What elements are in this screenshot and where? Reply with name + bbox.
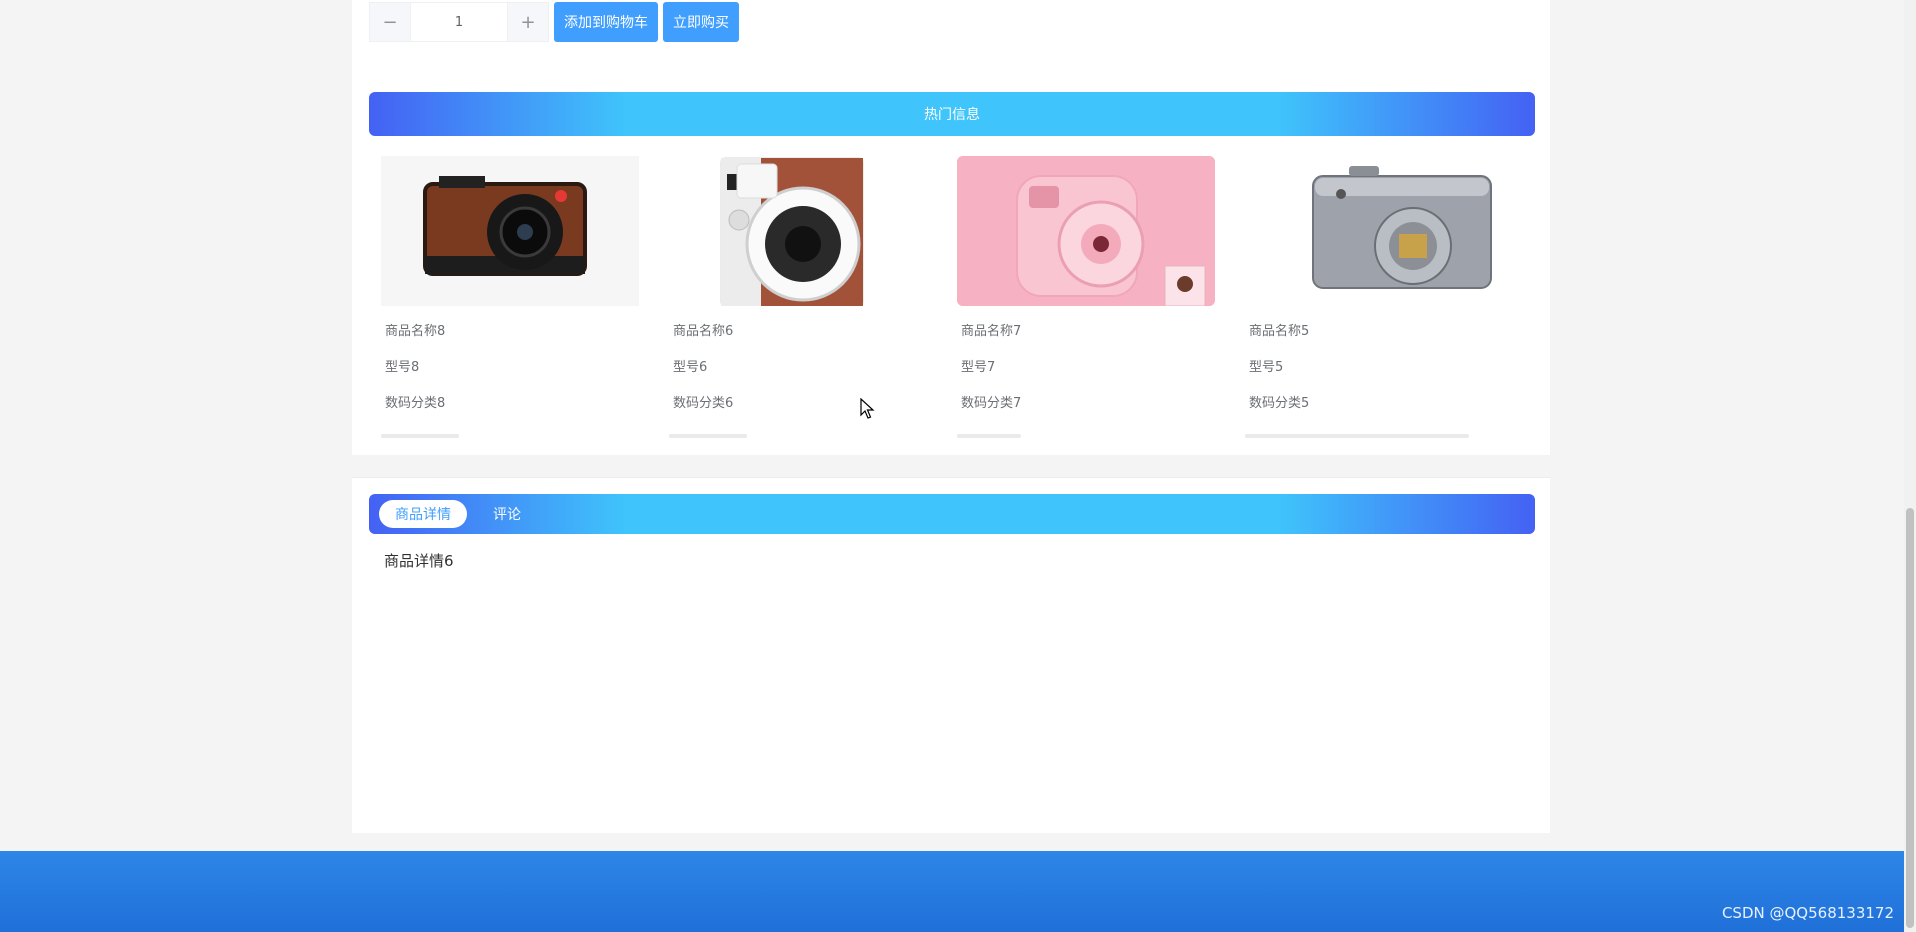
- camera-image[interactable]: [1245, 156, 1503, 306]
- hot-info-header: 热门信息: [369, 92, 1535, 136]
- product-category: 数码分类8: [385, 396, 446, 411]
- product-model: 型号6: [673, 360, 708, 375]
- pink-instant-camera-icon: [957, 156, 1215, 306]
- item-scrollbar[interactable]: [381, 434, 459, 438]
- detail-tab-bar: 商品详情 评论: [369, 494, 1535, 534]
- silver-compact-camera-icon: [1312, 166, 1492, 289]
- hot-item[interactable]: 商品名称6 型号6 数码分类6: [657, 150, 929, 440]
- decrease-button[interactable]: −: [370, 3, 410, 41]
- camera-image[interactable]: [957, 156, 1215, 306]
- leather-camera-icon: [423, 176, 587, 276]
- page-scrollbar[interactable]: [1904, 0, 1916, 932]
- product-name: 商品名称8: [385, 324, 446, 339]
- item-scrollbar[interactable]: [1245, 434, 1469, 438]
- page-footer: [0, 851, 1904, 932]
- product-name: 商品名称6: [673, 324, 734, 339]
- product-name: 商品名称5: [1249, 324, 1310, 339]
- tab-product-detail[interactable]: 商品详情: [379, 500, 467, 528]
- item-scrollbar[interactable]: [957, 434, 1021, 438]
- hot-info-title: 热门信息: [924, 107, 980, 123]
- add-to-cart-button[interactable]: 添加到购物车: [554, 2, 658, 42]
- hot-item[interactable]: 商品名称8 型号8 数码分类8: [369, 150, 641, 440]
- product-model: 型号8: [385, 360, 420, 375]
- quantity-input[interactable]: 1: [410, 3, 508, 41]
- hot-item[interactable]: 商品名称5 型号5 数码分类5: [1233, 150, 1505, 440]
- product-detail-content: 商品详情6: [384, 552, 454, 570]
- product-model: 型号7: [961, 360, 996, 375]
- product-model: 型号5: [1249, 360, 1284, 375]
- product-category: 数码分类7: [961, 396, 1022, 411]
- product-name: 商品名称7: [961, 324, 1022, 339]
- scrollbar-thumb[interactable]: [1906, 508, 1914, 928]
- instax-camera-icon: [720, 157, 864, 306]
- camera-image[interactable]: [669, 156, 927, 306]
- tab-comments[interactable]: 评论: [479, 500, 535, 528]
- item-scrollbar[interactable]: [669, 434, 747, 438]
- buy-now-button[interactable]: 立即购买: [663, 2, 739, 42]
- product-category: 数码分类5: [1249, 396, 1310, 411]
- hot-info-list: 商品名称8 型号8 数码分类8 商品名称6 型号6 数码分类6 商品名称7 型号…: [369, 150, 1535, 440]
- product-category: 数码分类6: [673, 396, 734, 411]
- camera-image[interactable]: [381, 156, 639, 306]
- mouse-cursor-icon: [860, 397, 876, 424]
- quantity-stepper[interactable]: − 1 +: [369, 2, 549, 42]
- increase-button[interactable]: +: [508, 3, 548, 41]
- hot-item[interactable]: 商品名称7 型号7 数码分类7: [945, 150, 1217, 440]
- watermark-text: CSDN @QQ568133172: [1721, 904, 1894, 922]
